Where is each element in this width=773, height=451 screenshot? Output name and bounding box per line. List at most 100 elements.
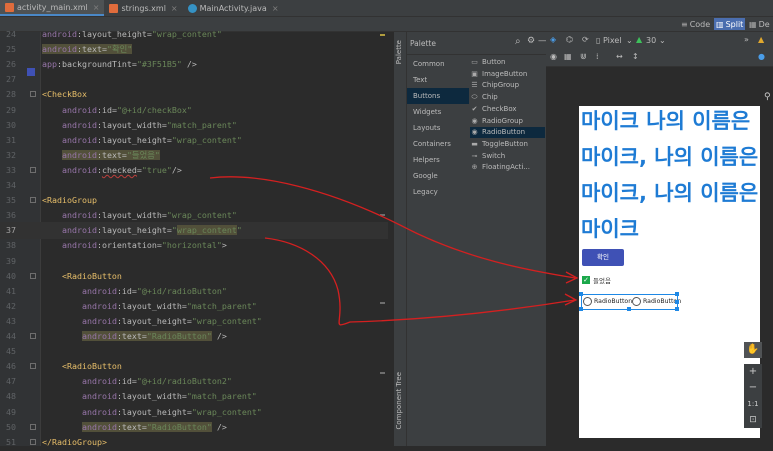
- code-mode-button[interactable]: ≡ Code: [681, 18, 710, 30]
- fold-icon[interactable]: [30, 438, 36, 445]
- design-toolbar: ◈ ⌬ ⟳ ▯ Pixel ⌄ ▲ 30 ⌄ » ▲ ◉ ▦ ⋓ ⁞ ↔ ↕ ●: [546, 32, 773, 67]
- radio-button-2[interactable]: RadioButton: [632, 297, 681, 306]
- palette-item-label: ChipGroup: [482, 81, 520, 90]
- palette-item[interactable]: ◉ RadioButton: [470, 127, 545, 139]
- palette-item[interactable]: ▣ ImageButton: [470, 69, 545, 80]
- expand-icon[interactable]: »: [744, 35, 749, 44]
- radio-button-1[interactable]: RadioButton: [583, 297, 632, 306]
- zoom-fit-button[interactable]: 1:1: [744, 396, 762, 412]
- fold-icon[interactable]: [30, 166, 36, 173]
- code-text: </RadioGroup>: [42, 436, 107, 447]
- warning-marker[interactable]: [380, 34, 385, 36]
- palette-category-common[interactable]: Common: [407, 56, 469, 72]
- close-icon[interactable]: ×: [272, 4, 279, 13]
- magnet-icon[interactable]: ⋓: [580, 52, 587, 61]
- device-selector[interactable]: Pixel: [603, 36, 622, 45]
- resize-handle[interactable]: [675, 292, 679, 296]
- search-icon[interactable]: ⌕: [515, 36, 521, 47]
- palette-item[interactable]: ⬭ Chip: [470, 92, 545, 103]
- palette-item[interactable]: ◉ RadioGroup: [470, 116, 545, 127]
- zoom-to-fit-icon[interactable]: ⊡: [744, 412, 762, 428]
- palette-category-layouts[interactable]: Layouts: [407, 120, 469, 136]
- java-file-icon: [187, 3, 197, 13]
- scroll-marker[interactable]: [380, 214, 385, 216]
- palette-category-helpers[interactable]: Helpers: [407, 152, 469, 168]
- tab-label: strings.xml: [121, 3, 166, 13]
- design-mode-button[interactable]: ▦ De: [749, 18, 770, 30]
- confirm-button[interactable]: 확인: [582, 249, 624, 266]
- device-preview: 마이크 나의 이름은 마이크, 나의 이름은 마이크, 나의 이름은 마이크 확…: [579, 106, 760, 438]
- design-icon: ▦: [749, 19, 757, 29]
- fold-icon[interactable]: [30, 423, 36, 430]
- gear-icon[interactable]: ⚙: [527, 36, 535, 46]
- preview-text-line[interactable]: 마이크 나의 이름은: [581, 108, 750, 134]
- scroll-marker[interactable]: [380, 372, 385, 374]
- resize-handle[interactable]: [579, 292, 583, 296]
- split-icon: ▥: [716, 19, 724, 29]
- palette-category-google[interactable]: Google: [407, 168, 469, 184]
- chevron-down-icon: ⌄: [626, 36, 633, 45]
- palette-item[interactable]: ▬ ToggleButton: [470, 139, 545, 150]
- xml-file-icon: [109, 3, 119, 13]
- preview-text-line[interactable]: 마이크, 나의 이름은: [581, 180, 758, 206]
- zoom-in-icon[interactable]: +: [744, 364, 762, 380]
- horizontal-resize-icon[interactable]: ↔: [616, 52, 623, 61]
- zoom-out-icon[interactable]: −: [744, 380, 762, 396]
- palette-item[interactable]: ⊕ FloatingActi...: [470, 162, 545, 173]
- component-tree-side-tab[interactable]: Component Tree: [395, 372, 403, 429]
- palette-category-widgets[interactable]: Widgets: [407, 104, 469, 120]
- fold-icon[interactable]: [30, 272, 36, 279]
- fold-icon[interactable]: [30, 197, 36, 204]
- color-swatch-icon[interactable]: [27, 68, 35, 76]
- widget-icon: ▭: [471, 58, 478, 66]
- checkbox[interactable]: ✓ 들었음: [582, 275, 611, 285]
- api-selector[interactable]: 30: [646, 36, 656, 45]
- orientation-icon[interactable]: ⟳: [582, 35, 589, 44]
- vertical-resize-icon[interactable]: ↕: [632, 52, 639, 61]
- palette-item[interactable]: ✔ CheckBox: [470, 104, 545, 115]
- code-mode-label: Code: [689, 19, 711, 29]
- code-editor[interactable]: 24 android:layout_height="wrap_content" 25…: [0, 29, 388, 447]
- palette-item[interactable]: ▭ Button: [470, 57, 545, 68]
- preview-text-line[interactable]: 마이크: [581, 216, 639, 242]
- palette-item[interactable]: ☰ ChipGroup: [470, 80, 545, 91]
- tab-main-activity[interactable]: MainActivity.java ×: [183, 0, 284, 16]
- widget-icon: ☰: [471, 81, 478, 90]
- margin-icon[interactable]: ⁞: [596, 52, 599, 61]
- close-icon[interactable]: ×: [171, 4, 178, 13]
- palette-category-legacy[interactable]: Legacy: [407, 184, 469, 200]
- palette-item[interactable]: ⊸ Switch: [470, 151, 545, 162]
- palette-item-label: RadioButton: [482, 128, 526, 137]
- pin-icon[interactable]: ⚲: [764, 92, 771, 102]
- warning-icon[interactable]: ▲: [758, 35, 764, 44]
- eye-icon[interactable]: ◉: [550, 52, 557, 61]
- resize-handle[interactable]: [675, 300, 679, 304]
- resize-handle[interactable]: [675, 307, 679, 311]
- split-mode-button[interactable]: ▥ Split: [714, 18, 746, 30]
- tab-strings[interactable]: strings.xml ×: [104, 0, 182, 16]
- design-layer-icon[interactable]: ◈: [550, 35, 556, 44]
- close-icon[interactable]: ×: [93, 3, 100, 12]
- grid-icon[interactable]: ▦: [564, 52, 572, 61]
- radio-group[interactable]: RadioButton RadioButton: [579, 292, 681, 311]
- pan-icon[interactable]: ✋: [744, 342, 762, 358]
- widget-icon: ⊸: [471, 151, 478, 160]
- palette-category-containers[interactable]: Containers: [407, 136, 469, 152]
- preview-text-line[interactable]: 마이크, 나의 이름은: [581, 144, 758, 170]
- blueprint-icon[interactable]: ⌬: [566, 35, 573, 44]
- device-icon[interactable]: ▯: [596, 36, 600, 45]
- fold-icon[interactable]: [30, 363, 36, 370]
- split-mode-label: Split: [725, 19, 744, 29]
- android-icon[interactable]: ▲: [636, 35, 642, 44]
- palette-side-tab[interactable]: Palette: [395, 40, 403, 64]
- resize-handle[interactable]: [579, 307, 583, 311]
- fold-icon[interactable]: [30, 333, 36, 339]
- fold-icon[interactable]: [30, 91, 36, 98]
- palette-category-buttons[interactable]: Buttons: [407, 88, 469, 104]
- info-icon[interactable]: ●: [758, 52, 765, 61]
- resize-handle[interactable]: [627, 307, 631, 311]
- palette-category-text[interactable]: Text: [407, 72, 469, 88]
- tab-activity-main[interactable]: activity_main.xml ×: [0, 0, 105, 16]
- code-line[interactable]: 51 </RadioGroup>: [0, 434, 388, 451]
- scroll-marker[interactable]: [380, 302, 385, 304]
